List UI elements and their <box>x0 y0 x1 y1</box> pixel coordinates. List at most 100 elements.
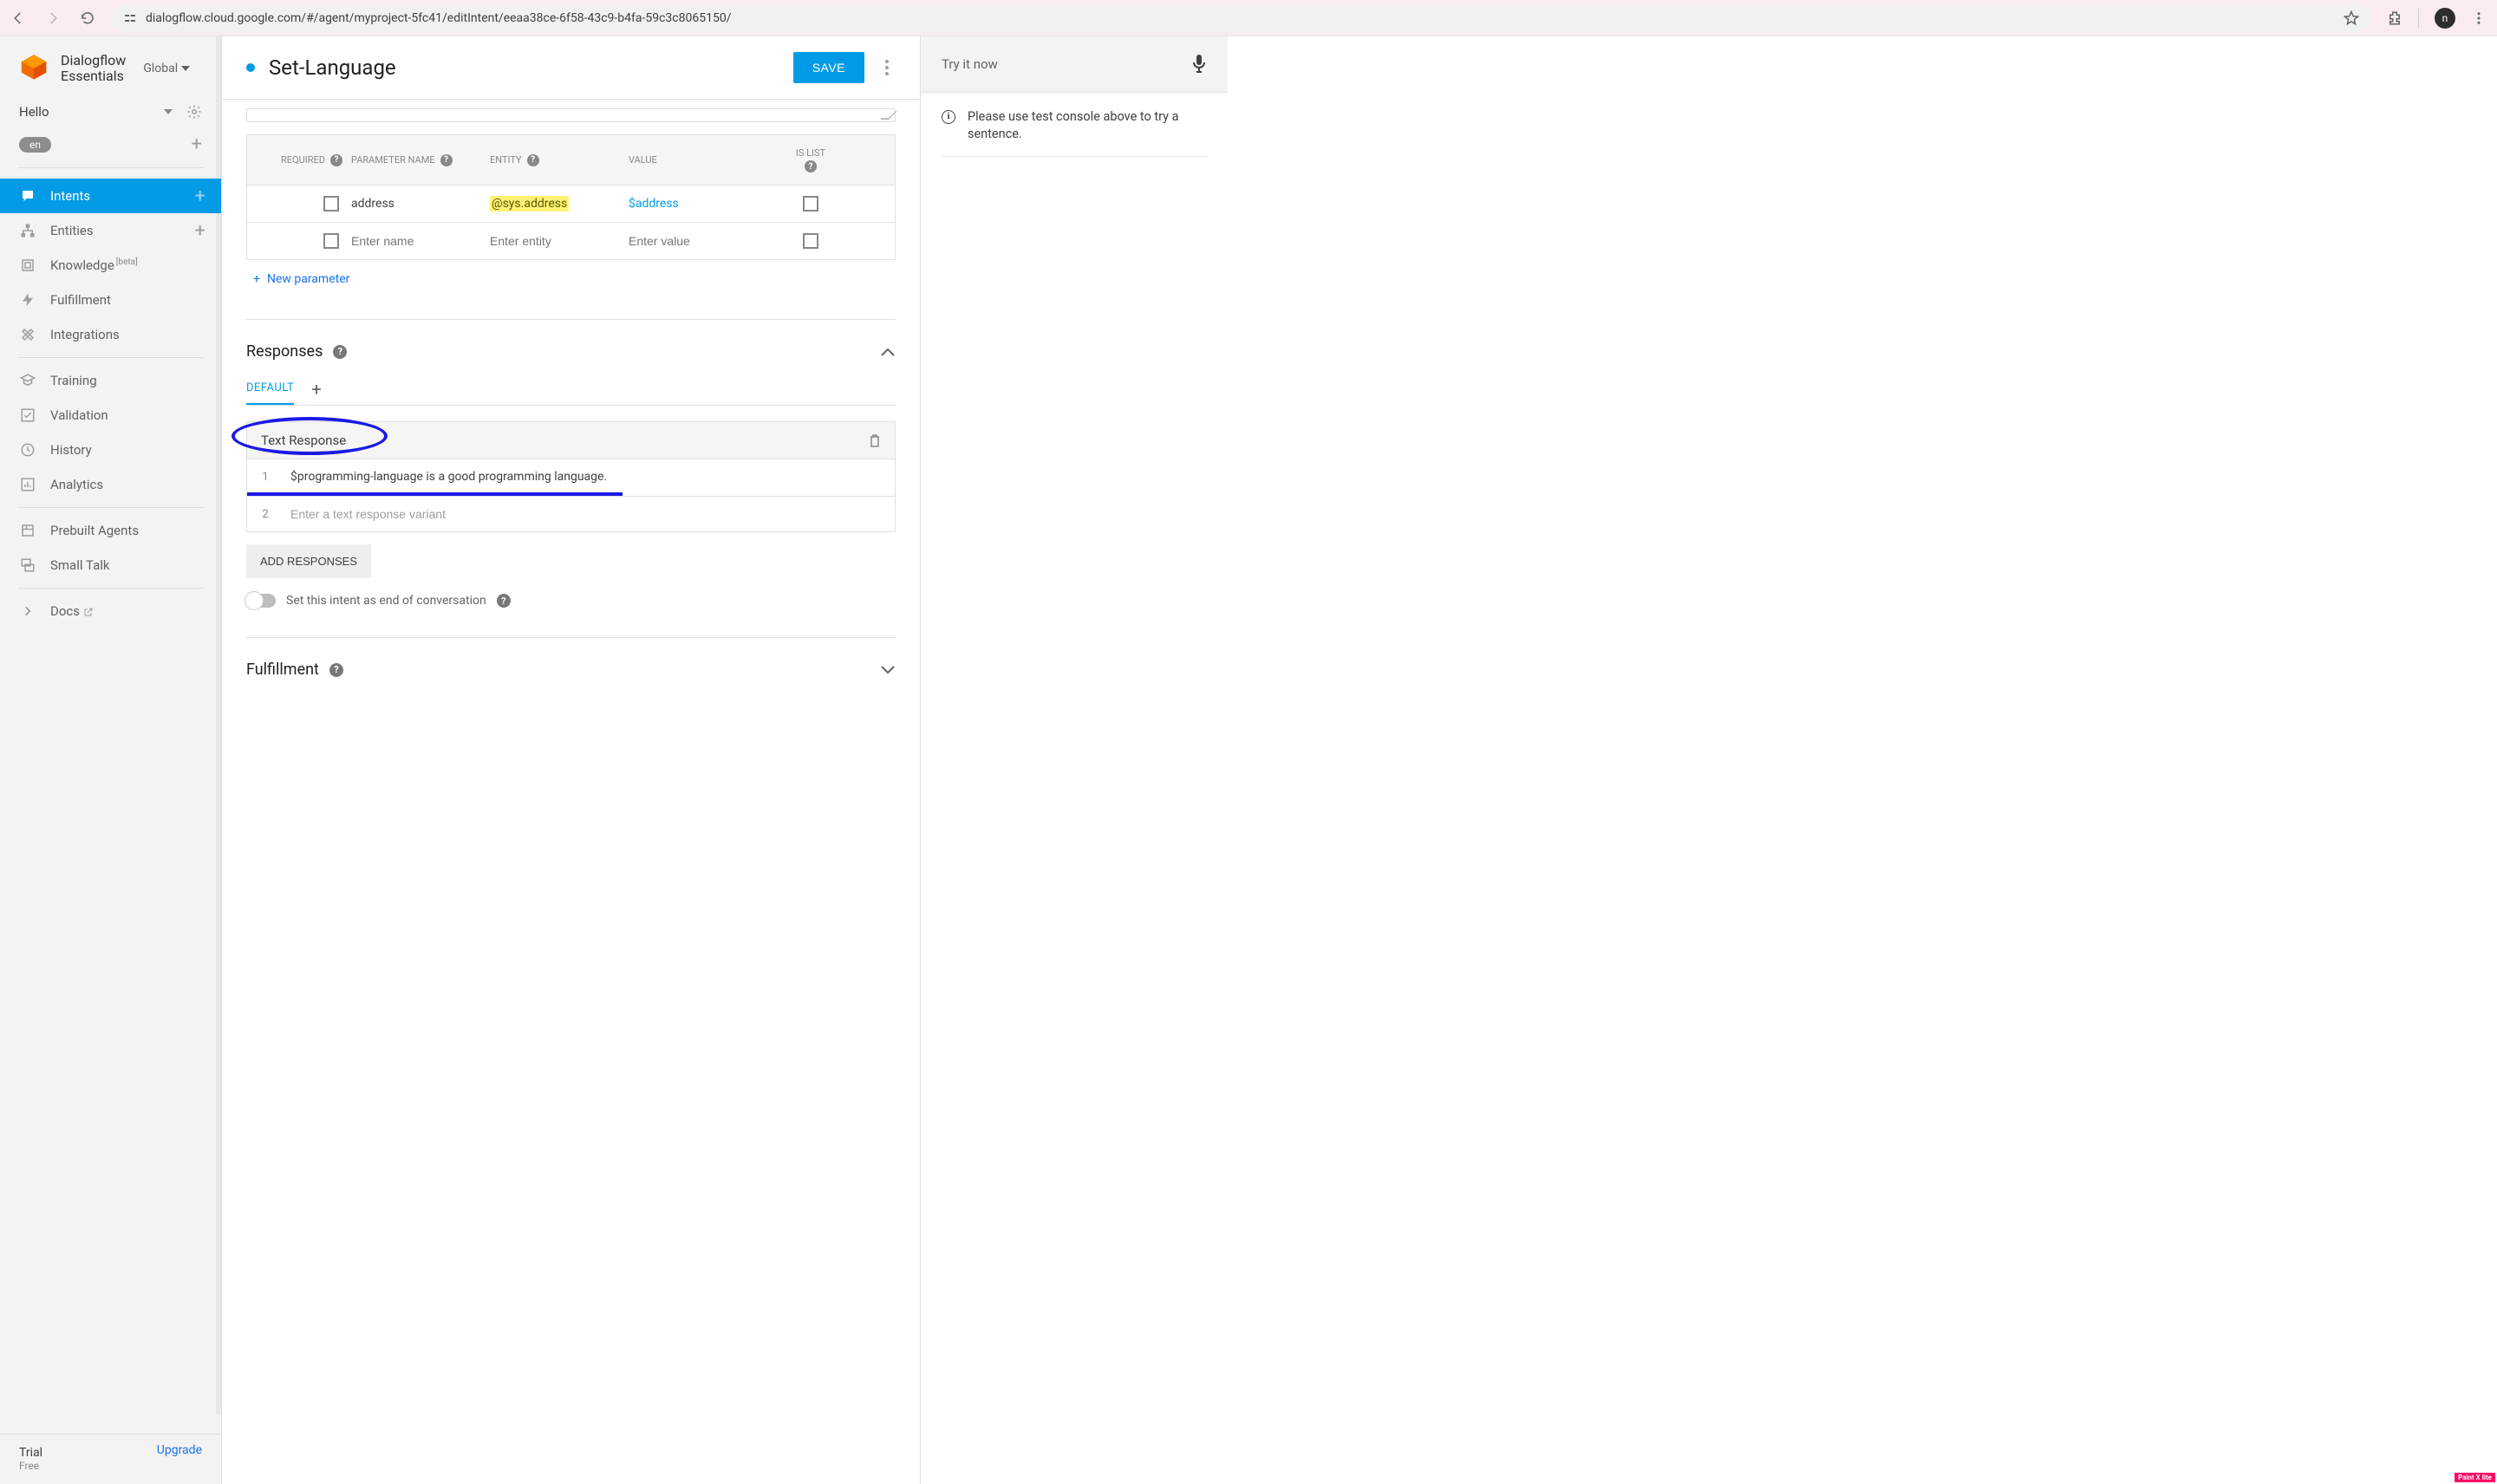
delete-response-icon[interactable] <box>869 433 881 447</box>
islist-checkbox[interactable] <box>803 233 818 249</box>
help-icon[interactable]: ? <box>333 345 347 359</box>
param-entity[interactable]: @sys.address <box>490 196 569 212</box>
help-icon[interactable]: ? <box>497 594 511 608</box>
sidebar-label-entities: Entities <box>50 223 94 238</box>
unsaved-indicator-icon <box>246 63 255 72</box>
language-badge[interactable]: en <box>19 137 51 153</box>
project-dropdown-icon[interactable] <box>164 109 173 114</box>
browser-right-controls: n <box>2387 8 2487 29</box>
collapse-icon[interactable] <box>880 347 896 357</box>
divider <box>2418 9 2419 28</box>
sidebar-label-training: Training <box>50 373 97 388</box>
try-it-now-title[interactable]: Try it now <box>942 56 998 72</box>
sidebar-item-prebuilt[interactable]: Prebuilt Agents <box>0 513 221 548</box>
sidebar-item-entities[interactable]: Entities + <box>0 213 221 248</box>
param-name-input[interactable] <box>351 234 490 248</box>
upgrade-link[interactable]: Upgrade <box>157 1443 202 1457</box>
response-row-1[interactable]: 1 $programming-language is a good progra… <box>247 459 895 494</box>
sidebar-label-history: History <box>50 442 92 458</box>
smalltalk-icon <box>19 557 36 573</box>
integrations-icon <box>19 327 36 342</box>
sidebar-label-prebuilt: Prebuilt Agents <box>50 523 139 538</box>
save-button[interactable]: SAVE <box>793 52 864 83</box>
sidebar-item-docs[interactable]: Docs <box>0 594 221 628</box>
sidebar-item-intents[interactable]: Intents + <box>0 179 221 213</box>
brand-line1: Dialogflow <box>61 53 126 68</box>
sidebar-item-history[interactable]: History <box>0 433 221 467</box>
responses-section-title: Responses <box>246 342 323 361</box>
response-tab-default[interactable]: DEFAULT <box>246 373 294 405</box>
brand: Dialogflow Essentials Global <box>0 36 221 97</box>
training-phrase-textarea[interactable] <box>246 108 896 122</box>
param-row-new[interactable] <box>247 222 895 259</box>
param-value[interactable]: $address <box>629 197 679 211</box>
intent-title[interactable]: Set-Language <box>269 55 779 80</box>
settings-icon[interactable] <box>186 104 202 120</box>
training-icon <box>19 373 36 388</box>
sidebar-item-analytics[interactable]: Analytics <box>0 467 221 502</box>
help-icon[interactable]: ? <box>330 154 342 166</box>
new-parameter-link[interactable]: +New parameter <box>246 260 896 298</box>
docs-chevron-icon <box>19 605 36 617</box>
back-button[interactable] <box>10 10 26 26</box>
sidebar-item-integrations[interactable]: Integrations <box>0 317 221 352</box>
response-text[interactable]: $programming-language is a good programm… <box>284 459 895 494</box>
forward-button[interactable] <box>45 10 61 26</box>
dialogflow-logo-icon <box>17 52 50 85</box>
brand-text: Dialogflow Essentials <box>61 53 126 83</box>
trial-label: Trial <box>19 1446 42 1460</box>
intent-editor: Set-Language SAVE REQUIRED? PARAMETER NA… <box>222 36 921 1484</box>
param-value-input[interactable] <box>629 234 767 248</box>
response-row-2[interactable]: 2 <box>247 496 895 531</box>
add-intent-icon[interactable]: + <box>195 186 205 207</box>
region-dropdown[interactable]: Global <box>143 62 190 75</box>
browser-nav-arrows <box>10 10 95 26</box>
help-icon[interactable]: ? <box>329 663 343 677</box>
url-text: dialogflow.cloud.google.com/#/agent/mypr… <box>146 11 2335 25</box>
intents-icon <box>19 188 36 204</box>
required-checkbox[interactable] <box>323 233 339 249</box>
sidebar-item-smalltalk[interactable]: Small Talk <box>0 548 221 583</box>
mic-icon[interactable] <box>1191 54 1207 75</box>
response-row-num: 1 <box>247 460 284 494</box>
param-name[interactable]: address <box>351 197 490 211</box>
prebuilt-icon <box>19 523 36 538</box>
param-row[interactable]: address @sys.address $address <box>247 185 895 222</box>
browser-menu-icon[interactable] <box>2471 10 2487 26</box>
profile-avatar[interactable]: n <box>2435 8 2455 29</box>
end-conversation-toggle[interactable] <box>246 594 276 608</box>
sidebar-label-docs: Docs <box>50 603 94 619</box>
expand-icon[interactable] <box>880 665 896 675</box>
help-icon[interactable]: ? <box>440 154 453 166</box>
try-it-now-panel: Try it now i Please use test console abo… <box>921 36 1228 1484</box>
more-menu-icon[interactable] <box>878 60 896 75</box>
url-bar[interactable]: dialogflow.cloud.google.com/#/agent/mypr… <box>111 4 2371 32</box>
islist-checkbox[interactable] <box>803 196 818 212</box>
entities-icon <box>19 223 36 238</box>
extensions-icon[interactable] <box>2387 10 2402 26</box>
sidebar-item-validation[interactable]: Validation <box>0 398 221 433</box>
add-responses-button[interactable]: ADD RESPONSES <box>246 544 371 578</box>
response-text-input[interactable] <box>284 497 895 531</box>
validation-icon <box>19 407 36 423</box>
add-entity-icon[interactable]: + <box>195 220 205 242</box>
knowledge-icon <box>19 257 36 273</box>
required-checkbox[interactable] <box>323 196 339 212</box>
free-label: Free <box>19 1460 202 1472</box>
sidebar-item-fulfillment[interactable]: Fulfillment <box>0 283 221 317</box>
help-icon[interactable]: ? <box>527 154 539 166</box>
star-icon[interactable] <box>2344 10 2359 26</box>
sidebar-item-knowledge[interactable]: Knowledge[beta] <box>0 248 221 283</box>
th-value: VALUE <box>629 154 657 166</box>
reload-button[interactable] <box>80 10 95 26</box>
param-entity-input[interactable] <box>490 234 629 248</box>
add-response-tab-icon[interactable]: + <box>311 379 321 400</box>
help-icon[interactable]: ? <box>805 160 817 172</box>
add-language-icon[interactable]: + <box>192 133 202 155</box>
th-entity: ENTITY <box>490 154 522 166</box>
response-row-num: 2 <box>247 498 284 531</box>
end-conversation-label: Set this intent as end of conversation <box>286 594 486 608</box>
sidebar-item-training[interactable]: Training <box>0 363 221 398</box>
try-info-text: Please use test console above to try a s… <box>968 108 1207 144</box>
site-settings-icon[interactable] <box>123 11 137 25</box>
